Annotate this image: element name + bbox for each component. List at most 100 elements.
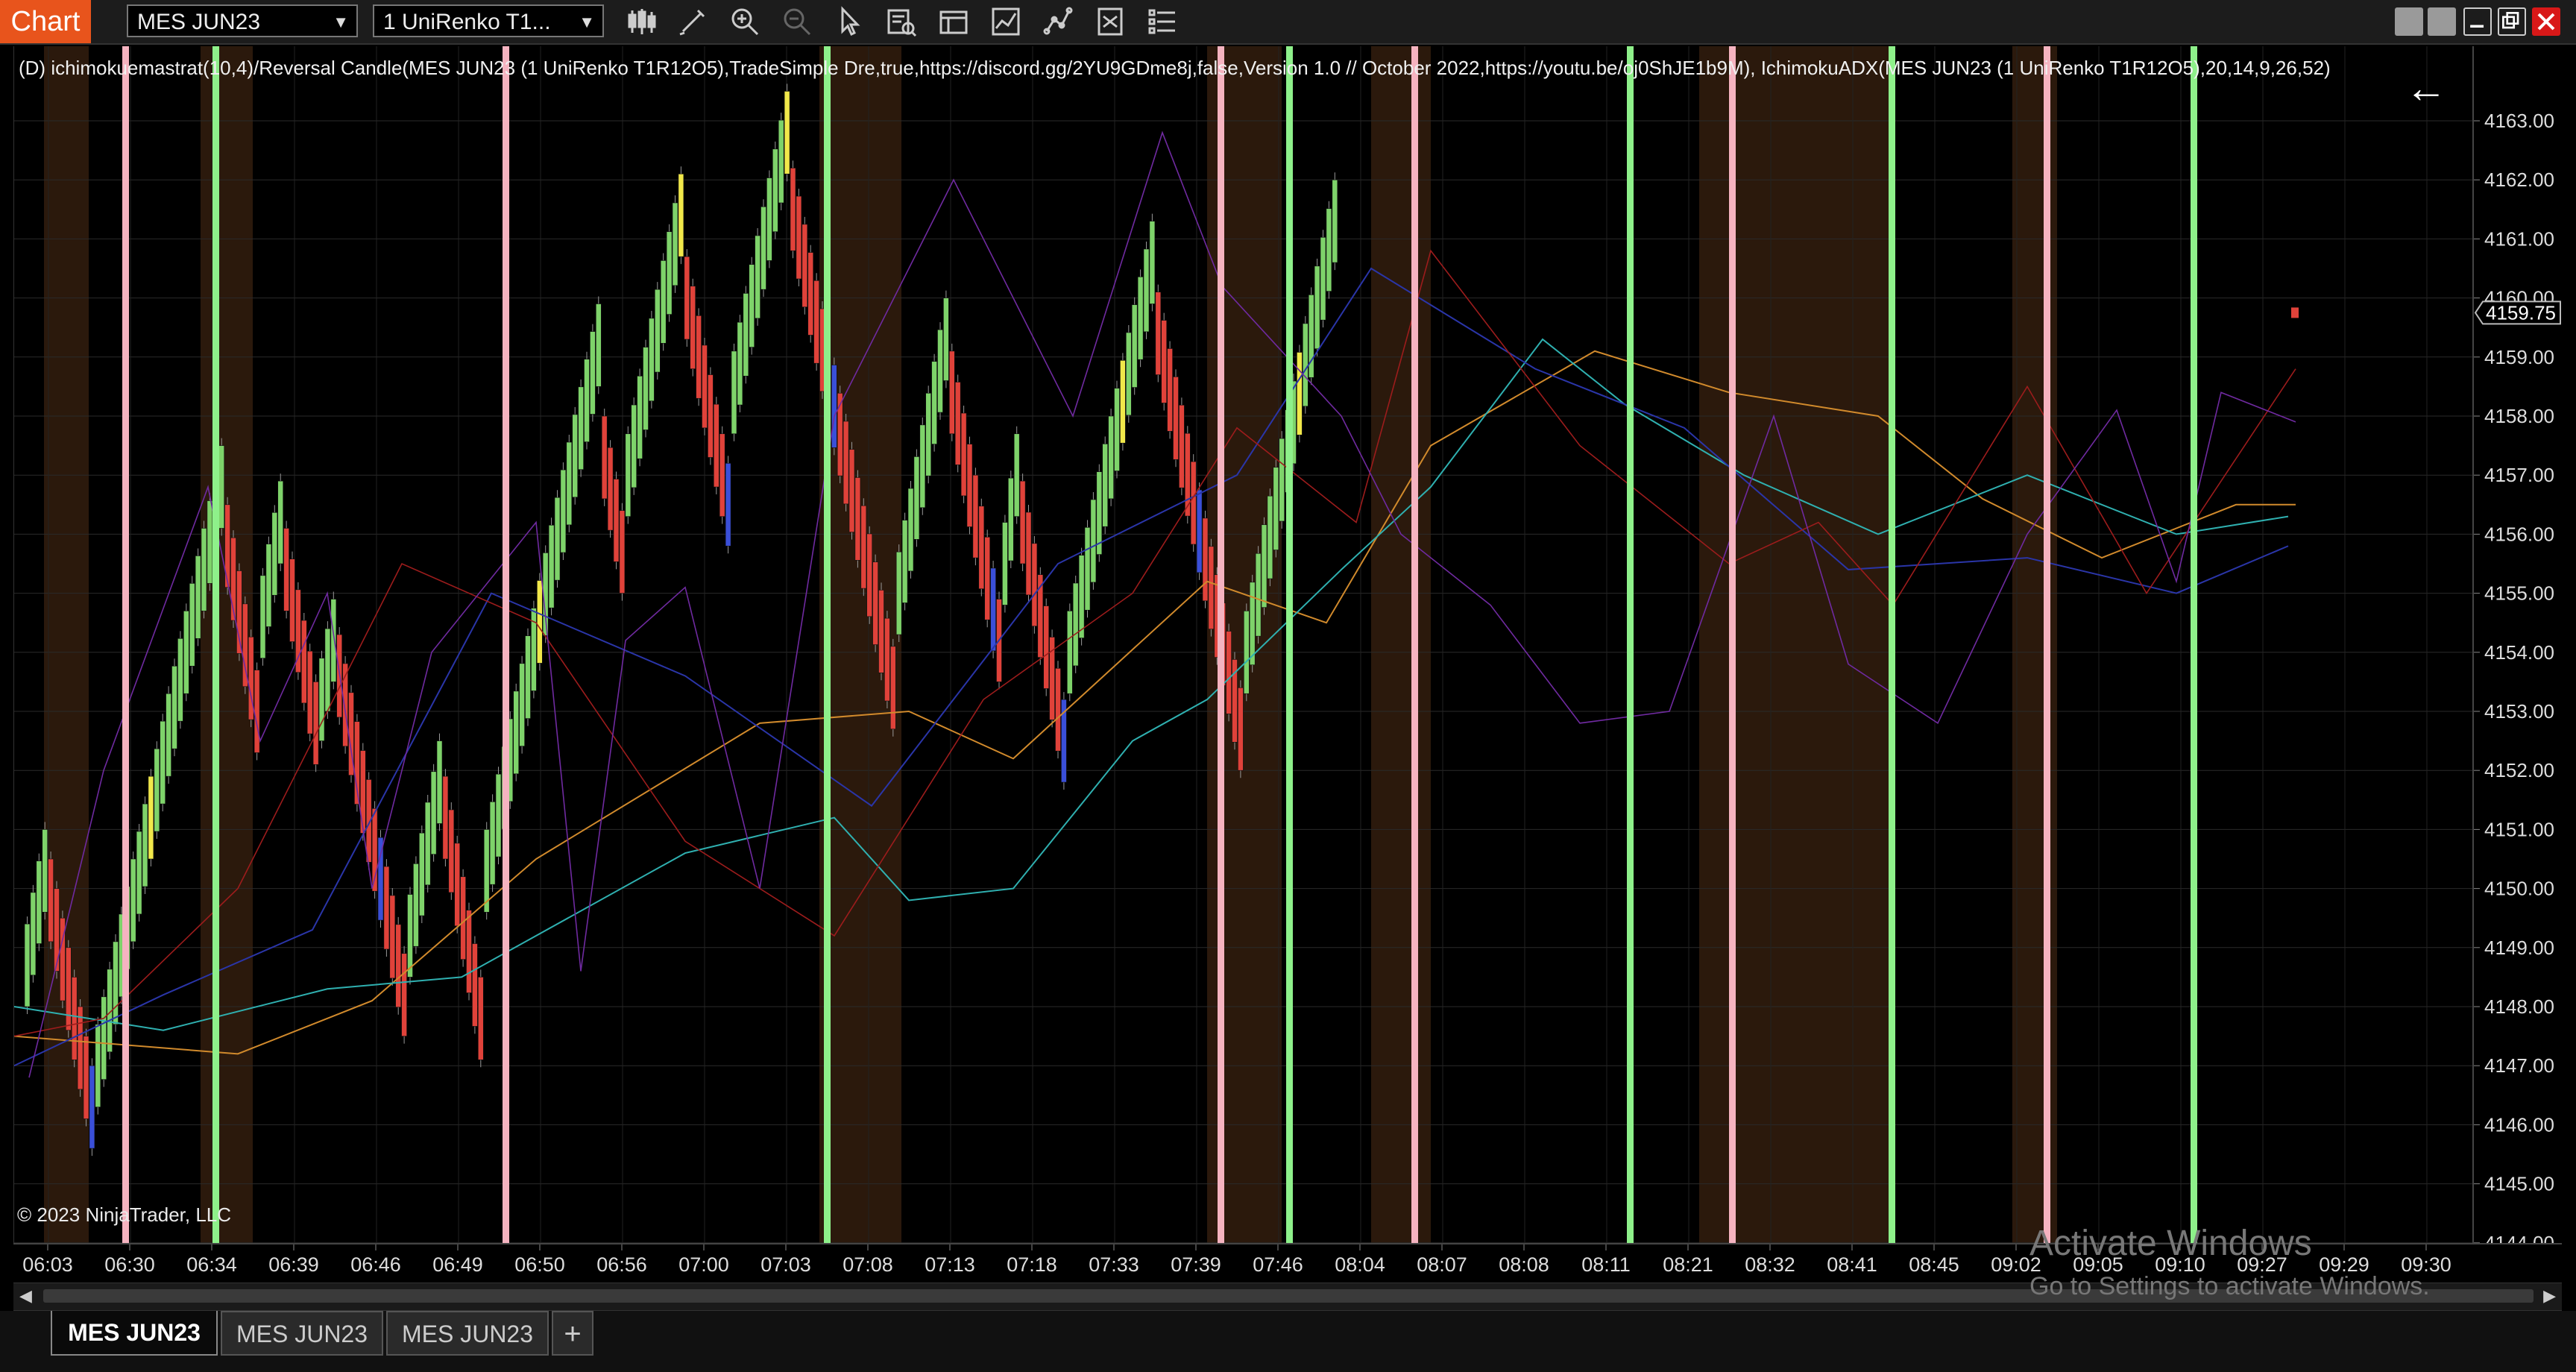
time-tick-label: 08:32 — [1745, 1253, 1795, 1276]
down-bar — [1226, 631, 1232, 714]
price-tick-label: 4148.00 — [2484, 995, 2554, 1018]
up-bar — [731, 350, 737, 435]
restore-button[interactable] — [2498, 7, 2526, 36]
down-bar — [831, 365, 837, 448]
time-tick-label: 06:49 — [432, 1253, 483, 1276]
bar-style-icon[interactable] — [625, 4, 659, 39]
up-bar — [901, 520, 908, 603]
ema-line — [14, 267, 2289, 1067]
zoom-in-icon[interactable] — [728, 4, 762, 39]
cascade-window-button[interactable] — [2428, 7, 2456, 36]
up-bar — [430, 771, 437, 855]
down-bar — [848, 449, 855, 532]
up-bar — [784, 91, 790, 174]
up-bar — [318, 658, 325, 741]
price-tick-label: 4145.00 — [2484, 1173, 2554, 1195]
down-bar — [601, 415, 608, 500]
up-bar — [749, 264, 755, 347]
tab-label: MES JUN23 — [401, 1321, 534, 1347]
down-bar — [684, 256, 690, 340]
time-tick-label: 07:13 — [925, 1253, 975, 1276]
scroll-left-icon[interactable]: ◀ — [19, 1286, 32, 1306]
up-bar — [560, 469, 567, 553]
price-tick-label: 4153.00 — [2484, 700, 2554, 723]
tab-mes-jun23-3[interactable]: MES JUN23 — [386, 1311, 549, 1356]
scroll-right-icon[interactable]: ▶ — [2543, 1286, 2556, 1306]
price-tick-label: 4156.00 — [2484, 523, 2554, 545]
price-tick-label: 4162.00 — [2484, 169, 2554, 191]
price-tick-label: 4144.00 — [2484, 1232, 2554, 1243]
down-bar — [389, 895, 396, 979]
chart-panel[interactable]: (D) ichimokuemastrat(10,4)/Reversal Cand… — [13, 46, 2472, 1243]
price-tick-label: 4159.00 — [2484, 346, 2554, 368]
down-bar — [966, 444, 973, 527]
instrument-list-icon[interactable] — [1145, 4, 1180, 39]
down-bar — [702, 344, 708, 429]
down-bar — [1031, 543, 1038, 627]
down-bar — [466, 910, 472, 993]
up-bar — [554, 497, 561, 581]
price-chart[interactable] — [14, 46, 2472, 1243]
select-pointer-icon[interactable] — [832, 4, 866, 39]
tab-mes-jun23-2[interactable]: MES JUN23 — [221, 1311, 383, 1356]
up-bar — [631, 404, 637, 488]
up-bar — [95, 1024, 101, 1107]
up-bar — [1320, 236, 1326, 321]
zoom-out-icon[interactable] — [780, 4, 814, 39]
up-bar — [1279, 438, 1285, 522]
chart-properties-icon[interactable] — [936, 4, 971, 39]
up-bar — [1108, 415, 1114, 500]
up-bar — [666, 231, 673, 315]
time-tick-label: 08:41 — [1827, 1253, 1877, 1276]
short-signal-line — [1729, 46, 1736, 1243]
up-bar — [142, 803, 148, 887]
close-button[interactable] — [2532, 7, 2560, 36]
up-bar — [895, 551, 902, 635]
price-tick-label: 4163.00 — [2484, 110, 2554, 132]
minimize-button[interactable] — [2463, 7, 2492, 36]
data-box-icon[interactable] — [884, 4, 919, 39]
price-tick-label: 4154.00 — [2484, 641, 2554, 664]
up-bar — [1314, 265, 1320, 350]
up-bar — [489, 802, 496, 885]
tile-window-button[interactable] — [2395, 7, 2423, 36]
down-bar — [89, 1065, 95, 1149]
bar-type-selector[interactable]: 1 UniRenko T1... ▼ — [373, 4, 604, 37]
up-bar — [218, 445, 225, 529]
up-bar — [1308, 295, 1314, 378]
windows-activation-watermark: Activate Windows — [2029, 1224, 2312, 1263]
chart-window-label: Chart — [0, 0, 91, 43]
up-bar — [755, 235, 760, 319]
background-shade — [1371, 46, 1431, 1243]
up-bar — [30, 892, 37, 976]
add-tab-button[interactable]: + — [552, 1311, 593, 1356]
indicators-icon[interactable] — [989, 4, 1023, 39]
up-bar — [1120, 360, 1126, 444]
instrument-selector[interactable]: MES JUN23 ▼ — [127, 4, 358, 37]
price-axis[interactable]: 4163.00 4162.00 4161.00 4160.00 4159.00 4158.… — [2472, 46, 2563, 1254]
down-bar — [306, 650, 313, 734]
down-bar — [1155, 292, 1162, 375]
tab-mes-jun23-1[interactable]: MES JUN23 — [51, 1311, 218, 1356]
up-bar — [625, 433, 632, 517]
long-signal-line — [212, 46, 219, 1243]
down-bar — [448, 809, 455, 893]
up-bar — [1143, 248, 1150, 333]
down-bar — [1019, 480, 1026, 564]
up-bar — [42, 829, 48, 913]
draw-tool-icon[interactable] — [676, 4, 710, 39]
down-bar — [1179, 404, 1185, 488]
up-bar — [672, 202, 678, 286]
price-tick-label: 4158.00 — [2484, 405, 2554, 427]
up-bar — [24, 923, 31, 1007]
down-bar — [300, 620, 307, 704]
up-bar — [766, 177, 772, 261]
chart-trader-icon[interactable] — [1093, 4, 1127, 39]
up-bar — [271, 512, 278, 596]
tenkan-line — [14, 338, 2289, 1031]
back-arrow-icon[interactable]: ← — [2405, 67, 2447, 109]
up-bar — [1084, 527, 1091, 611]
down-bar — [48, 858, 54, 943]
up-bar — [1067, 611, 1073, 694]
strategies-icon[interactable] — [1041, 4, 1075, 39]
